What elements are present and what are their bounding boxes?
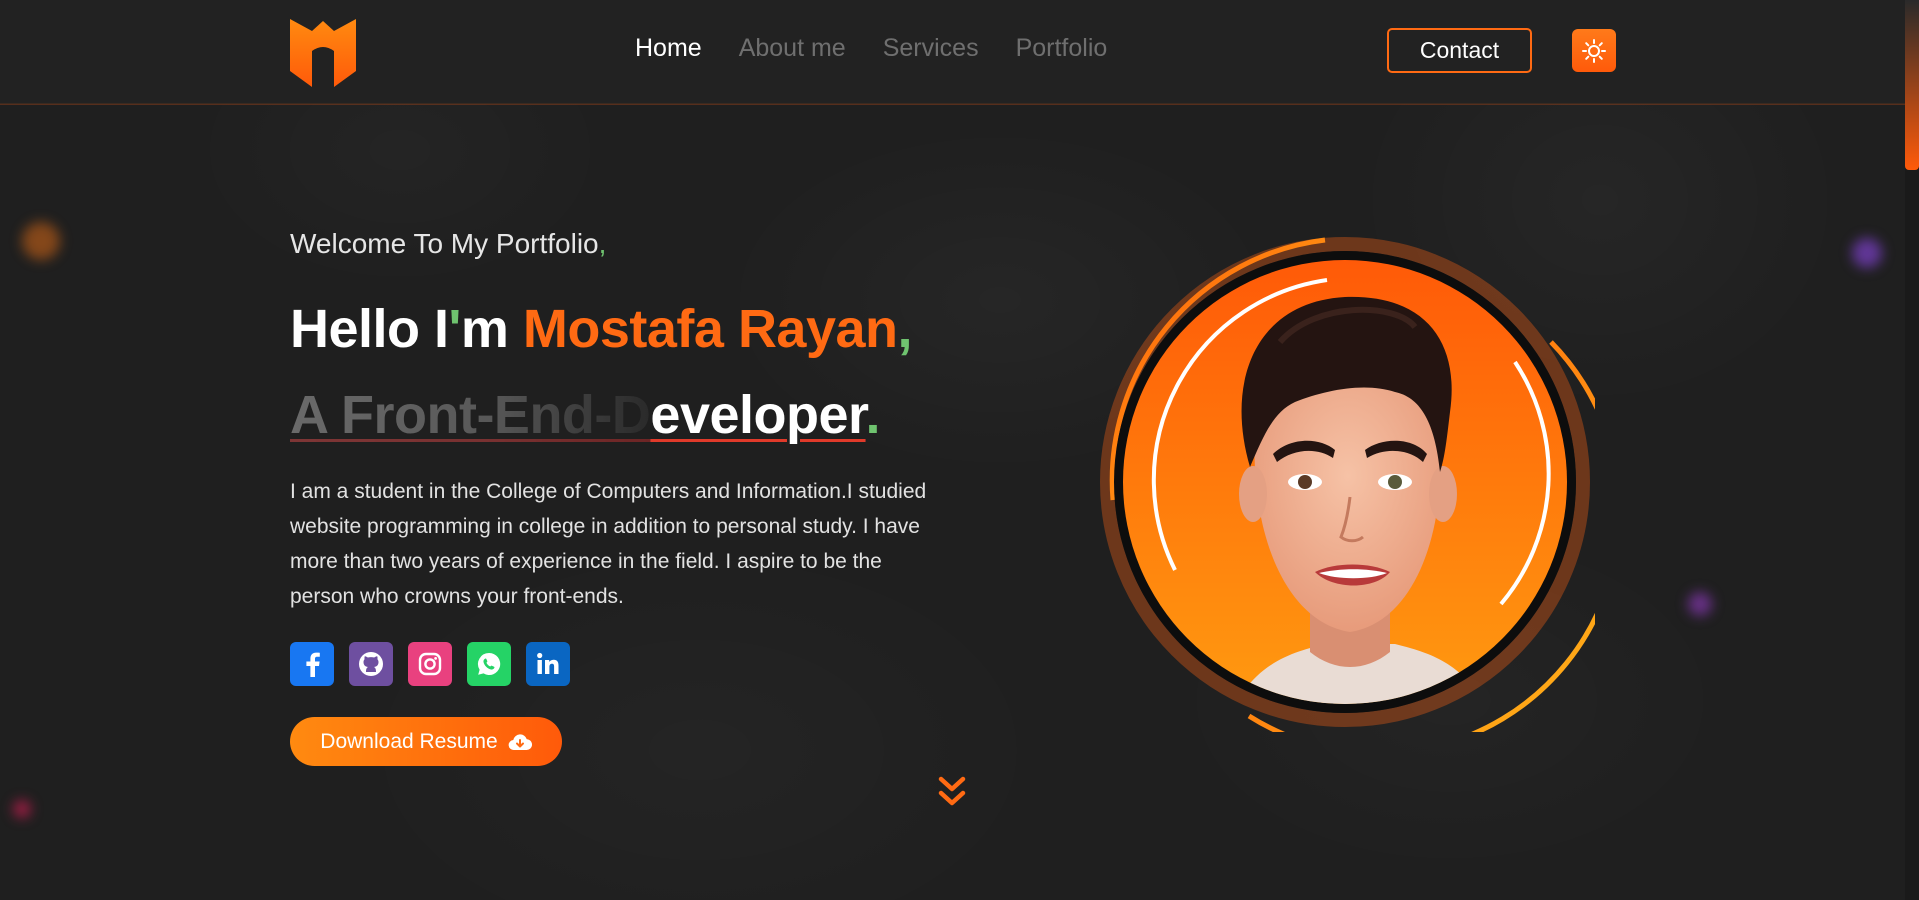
theme-toggle-button[interactable] [1572, 29, 1616, 72]
instagram-link[interactable] [408, 642, 452, 686]
avatar-illustration [1100, 237, 1623, 756]
github-link[interactable] [349, 642, 393, 686]
cloud-download-icon [508, 733, 532, 750]
welcome-text: Welcome To My Portfolio, [290, 228, 607, 259]
instagram-icon [418, 652, 442, 676]
linkedin-link[interactable] [526, 642, 570, 686]
site-header: Home About me Services Portfolio Contact [0, 0, 1905, 104]
nav-portfolio[interactable]: Portfolio [1016, 34, 1108, 63]
contact-button[interactable]: Contact [1387, 28, 1532, 73]
sun-icon [1582, 38, 1606, 63]
nav-services[interactable]: Services [883, 34, 979, 63]
download-resume-button[interactable]: Download Resume [290, 717, 562, 766]
page-scrollbar[interactable] [1905, 0, 1919, 900]
glow-dot-pink [13, 800, 31, 818]
scroll-down-chevrons-icon[interactable] [938, 776, 966, 808]
glow-dot-purple [1852, 238, 1882, 268]
scrollbar-thumb[interactable] [1905, 0, 1919, 170]
typed-role: A Front-End-Developer. [290, 385, 881, 445]
hero-heading: Hello I'm Mostafa Rayan, [290, 299, 913, 359]
download-resume-label: Download Resume [320, 729, 498, 753]
linkedin-icon [537, 652, 559, 674]
main-nav: Home About me Services Portfolio [635, 34, 1107, 63]
hero-name: Mostafa Rayan [522, 299, 898, 359]
background-texture [0, 0, 1919, 900]
nav-about-me[interactable]: About me [739, 34, 846, 63]
whatsapp-link[interactable] [467, 642, 511, 686]
glow-dot-orange [22, 222, 60, 260]
nav-home[interactable]: Home [635, 34, 702, 63]
logo-icon[interactable] [290, 13, 356, 89]
social-links [290, 642, 570, 686]
github-icon [359, 652, 383, 676]
avatar [1095, 232, 1623, 756]
glow-dot-violet [1688, 592, 1712, 616]
facebook-link[interactable] [290, 642, 334, 686]
hero-bio: I am a student in the College of Compute… [290, 480, 927, 608]
whatsapp-icon [478, 652, 501, 675]
facebook-icon [306, 652, 320, 677]
